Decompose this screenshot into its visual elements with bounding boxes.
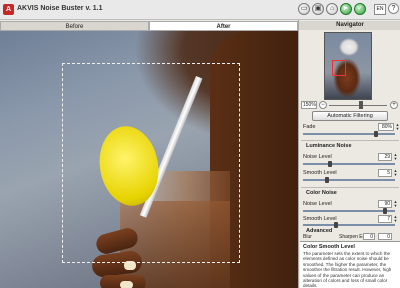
luminance-noise-level-value[interactable]: 29 <box>378 153 392 161</box>
sharpen-edges-value[interactable]: 0 <box>363 233 375 240</box>
tab-before[interactable]: Before <box>0 21 149 31</box>
color-noise-level-spin[interactable]: ▲ ▼ <box>393 200 398 208</box>
luminance-noise-level-label: Noise Level <box>303 154 332 160</box>
image-preview[interactable] <box>0 31 298 288</box>
fade-value[interactable]: 80% <box>378 123 394 131</box>
hint-title: Color Smooth Level <box>303 244 355 250</box>
color-smooth-level-slider[interactable] <box>303 222 395 228</box>
color-noise-level-thumb[interactable] <box>383 208 387 214</box>
fade-slider-thumb[interactable] <box>374 131 378 137</box>
tab-after[interactable]: After <box>149 21 298 31</box>
color-noise-level-value[interactable]: 90 <box>378 200 392 208</box>
luminance-smooth-level-thumb[interactable] <box>324 177 329 183</box>
luminance-noise-level-spin[interactable]: ▲ ▼ <box>393 153 398 161</box>
app-logo-icon: A <box>3 4 14 15</box>
save-icon[interactable]: ▣ <box>312 3 324 15</box>
help-button[interactable]: ? <box>388 3 399 14</box>
navigator-thumbnail[interactable] <box>324 32 372 100</box>
zoom-control: 150% − + <box>301 101 399 110</box>
hint-box: Color Smooth Level The parameter sets th… <box>300 241 400 288</box>
navigator-view-frame[interactable] <box>332 60 346 76</box>
automatic-filtering-button[interactable]: Automatic Filtering <box>312 111 388 121</box>
app-title: AKVIS Noise Buster v. 1.1 <box>17 5 103 12</box>
zoom-slider[interactable] <box>329 101 387 109</box>
luminance-noise-level-slider[interactable] <box>303 161 395 167</box>
color-smooth-level-value[interactable]: 7 <box>378 215 392 223</box>
view-tabs: Before After <box>0 21 298 31</box>
blur-label: Blur <box>303 234 312 240</box>
fade-spin[interactable]: ▲ ▼ <box>395 123 400 131</box>
color-smooth-level-thumb[interactable] <box>333 222 338 228</box>
apply-icon[interactable]: ✓ <box>354 3 366 15</box>
language-button[interactable]: EN <box>374 4 386 15</box>
photo-nail <box>120 281 133 288</box>
luminance-smooth-level-slider[interactable] <box>303 177 395 183</box>
zoom-in-button[interactable]: + <box>390 101 398 109</box>
luminance-noise-level-thumb[interactable] <box>328 161 333 167</box>
zoom-value[interactable]: 150% <box>301 101 317 109</box>
home-icon[interactable]: ⌂ <box>326 3 338 15</box>
divider <box>301 187 399 188</box>
run-icon[interactable]: ► <box>340 3 352 15</box>
color-noise-level-slider[interactable] <box>303 208 395 214</box>
title-bar: A AKVIS Noise Buster v. 1.1 ▭ ▣ ⌂ ► ✓ i … <box>0 0 400 20</box>
divider <box>301 140 399 141</box>
luminance-smooth-level-spin[interactable]: ▲ ▼ <box>393 169 398 177</box>
zoom-out-button[interactable]: − <box>319 101 327 109</box>
zoom-slider-thumb[interactable] <box>359 101 363 109</box>
luminance-smooth-level-value[interactable]: 5 <box>378 169 392 177</box>
color-smooth-level-spin[interactable]: ▲ ▼ <box>393 215 398 223</box>
luminance-noise-heading: Luminance Noise <box>306 143 352 149</box>
selection-rectangle[interactable] <box>62 63 240 263</box>
color-noise-heading: Color Noise <box>306 190 337 196</box>
color-smooth-level-label: Smooth Level <box>303 216 337 222</box>
navigator-title: Navigator <box>299 21 400 30</box>
hint-body: The parameter sets the extent to which t… <box>303 251 392 288</box>
color-noise-level-label: Noise Level <box>303 201 332 207</box>
fade-label: Fade <box>303 124 316 130</box>
luminance-smooth-level-label: Smooth Level <box>303 170 337 176</box>
open-file-icon[interactable]: ▭ <box>298 3 310 15</box>
fade-slider[interactable] <box>303 131 395 137</box>
blur-value[interactable]: 0 <box>378 233 392 240</box>
settings-panel: Navigator 150% − + Automatic Filtering F… <box>298 20 400 288</box>
